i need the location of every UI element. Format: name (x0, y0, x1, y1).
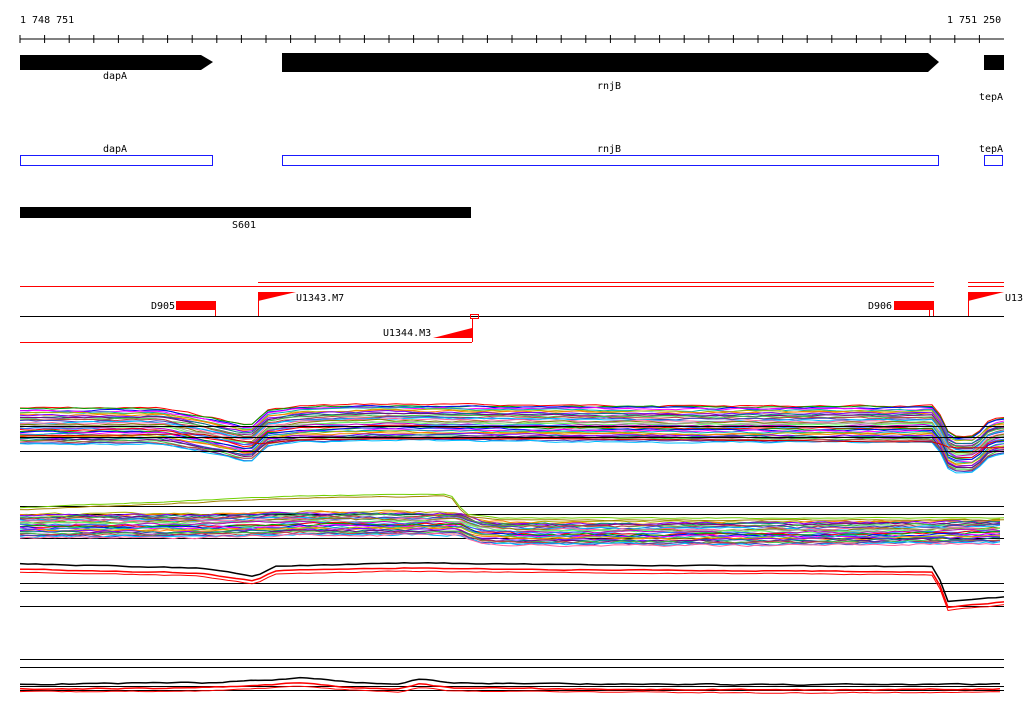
expression-track-4 (19, 659, 1004, 694)
feature-U1343.M7[interactable] (258, 292, 296, 301)
cds-box-rnjB[interactable] (282, 155, 939, 166)
feature-U13[interactable] (968, 292, 1004, 301)
cds-box-dapA[interactable] (20, 155, 213, 166)
expression-track-3 (19, 562, 1005, 612)
gene-arrow[interactable] (984, 55, 1004, 70)
ruler-end-label: 1 751 250 (947, 15, 1001, 26)
cds-box-tepA[interactable] (984, 155, 1003, 166)
gene-label: tepA (979, 92, 1003, 103)
expression-line (19, 676, 1000, 687)
coordinate-ruler: 1 748 751 1 751 250 (19, 15, 1004, 43)
region-track: S601 (20, 207, 471, 231)
feature-track: D905 U1343.M7 D906 U13 U1344.M3 (20, 282, 1023, 343)
region-bar-S601[interactable] (20, 207, 471, 218)
feature-label: U1344.M3 (383, 328, 431, 339)
cds-label: tepA (979, 144, 1003, 155)
feature-label: U13 (1005, 293, 1023, 304)
expression-line (19, 429, 1005, 464)
feature-D905[interactable] (176, 301, 215, 310)
feature-label: D906 (868, 301, 892, 312)
gene-track: dapA rnjB tepA (20, 53, 1004, 103)
gene-label: rnjB (597, 81, 621, 92)
gene-arrow[interactable] (282, 53, 939, 72)
cds-track: dapA rnjB tepA (20, 144, 1003, 166)
gene-arrow[interactable] (20, 55, 213, 70)
feature-U1344.M3[interactable] (433, 328, 472, 338)
ruler-start-label: 1 748 751 (20, 15, 74, 26)
genome-browser-view: 1 748 751 1 751 250 dapA rnjB tepA dapA … (19, 15, 1023, 694)
expression-track-2 (19, 493, 1005, 548)
feature-D906[interactable] (894, 301, 934, 310)
cds-label: rnjB (597, 144, 621, 155)
expression-line (19, 570, 1005, 612)
feature-label: U1343.M7 (296, 293, 344, 304)
gene-label: dapA (103, 71, 127, 82)
feature-label: D905 (151, 301, 175, 312)
gene-tepA[interactable]: tepA (979, 55, 1004, 103)
cds-label: dapA (103, 144, 127, 155)
region-label: S601 (232, 220, 256, 231)
gene-rnjB[interactable]: rnjB (282, 53, 939, 92)
gene-dapA[interactable]: dapA (20, 55, 213, 82)
expression-line (19, 567, 1005, 609)
expression-track-1 (19, 402, 1005, 474)
